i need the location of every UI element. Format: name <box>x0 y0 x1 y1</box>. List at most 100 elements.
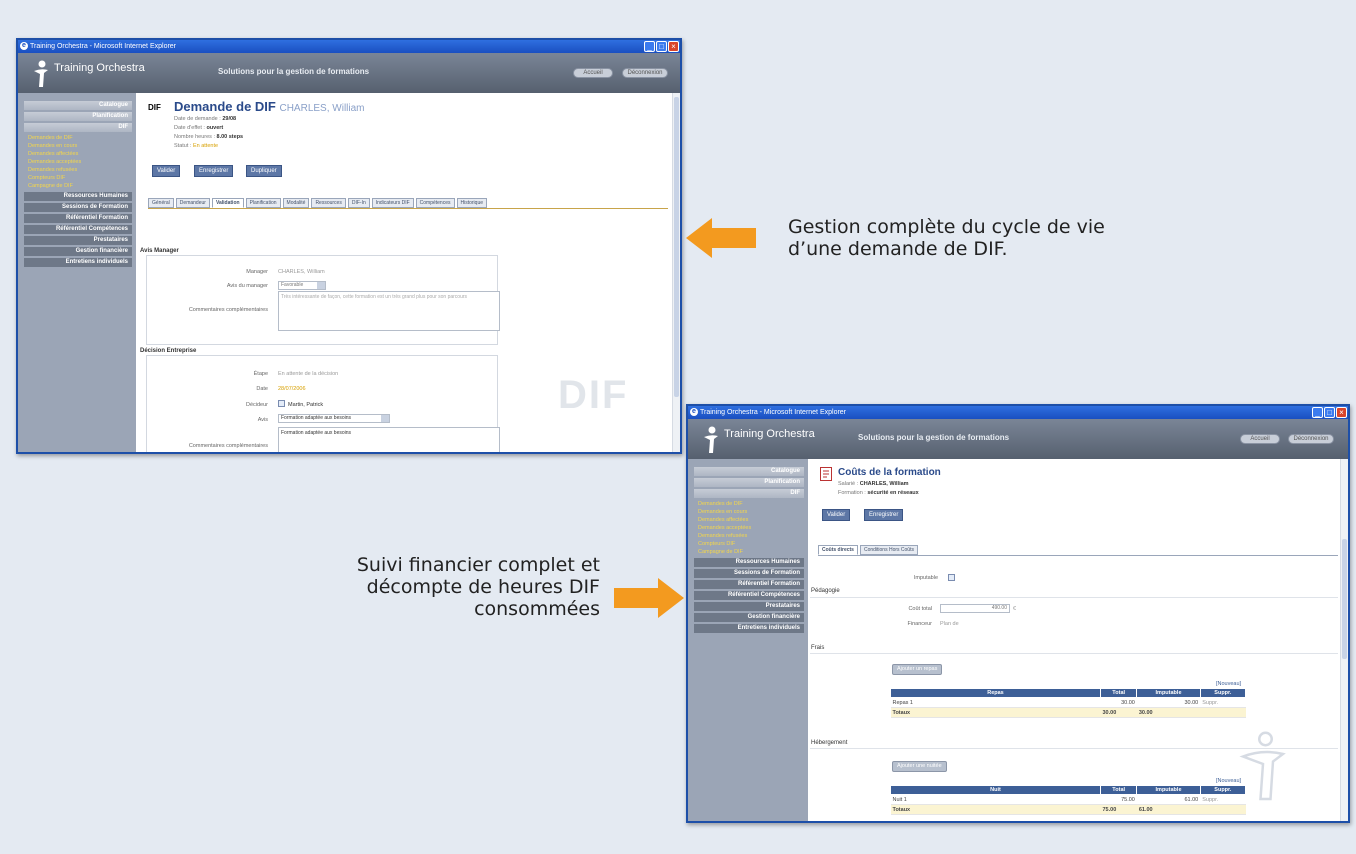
imputable-checkbox[interactable] <box>948 574 955 581</box>
sidebar-item[interactable]: Compteurs DIF <box>18 174 136 182</box>
sidebar-group[interactable]: Entretiens individuels <box>24 258 132 267</box>
sidebar-group[interactable]: Prestataires <box>24 236 132 245</box>
date-value: 28/07/2006 <box>278 386 306 392</box>
tab-historique[interactable]: Historique <box>456 198 488 208</box>
tab-indicateurs-dif[interactable]: Indicateurs DIF <box>371 198 414 208</box>
status-badge: En attente <box>192 143 219 149</box>
avis-manager-select[interactable]: Favorable <box>278 281 326 290</box>
avis-select[interactable]: Formation adaptée aux besoins <box>278 414 390 423</box>
sidebar-item[interactable]: Campagne de DIF <box>18 182 136 190</box>
validate-button[interactable]: Valider <box>152 165 181 177</box>
add-repas-button[interactable]: Ajouter un repas <box>892 664 943 675</box>
sidebar-group[interactable]: Référentiel Compétences <box>694 591 804 600</box>
home-button[interactable]: Accueil <box>1240 434 1280 444</box>
tab-conditions-hors-couts[interactable]: Conditions Hors Coûts <box>859 545 918 555</box>
logout-button[interactable]: Déconnexion <box>1288 434 1334 444</box>
tab-planification[interactable]: Planification <box>245 198 281 208</box>
sidebar-item[interactable]: Demandes de DIF <box>688 500 808 508</box>
home-button[interactable]: Accueil <box>573 68 613 78</box>
decideur-value: Martin, Patrick <box>288 402 324 408</box>
sidebar-group[interactable]: Sessions de Formation <box>694 569 804 578</box>
sidebar-item[interactable]: Demandes en cours <box>18 142 136 150</box>
avis-manager-label: Avis du manager <box>226 283 268 289</box>
meta-label: Date d'effet <box>174 125 202 131</box>
arrow-left-icon <box>686 218 756 258</box>
sidebar-item[interactable]: Demandes refusées <box>18 166 136 174</box>
table-header: Nuit <box>890 785 1101 795</box>
duplicate-button[interactable]: Dupliquer <box>246 165 282 177</box>
vertical-scrollbar[interactable] <box>1340 459 1348 821</box>
tab-ressources[interactable]: Ressources <box>311 198 346 208</box>
tab-demandeur[interactable]: Demandeur <box>175 198 210 208</box>
minimize-icon[interactable]: _ <box>1312 407 1323 418</box>
sidebar-head-catalogue[interactable]: Catalogue <box>694 467 804 476</box>
close-icon[interactable]: × <box>668 41 679 52</box>
avis-manager-value: Favorable <box>281 282 304 288</box>
close-icon[interactable]: × <box>1336 407 1347 418</box>
logout-button[interactable]: Déconnexion <box>622 68 668 78</box>
cell-name: Nuit 1 <box>890 794 1101 805</box>
validate-button[interactable]: Valider <box>822 509 851 521</box>
sidebar-group[interactable]: Entretiens individuels <box>694 624 804 633</box>
page-title: Coûts de la formation <box>838 467 941 478</box>
cost-meta: Salarié : CHARLES, William Formation : s… <box>838 481 919 496</box>
save-button[interactable]: Enregistrer <box>194 165 234 177</box>
avis-label: Avis <box>257 417 268 423</box>
window-titlebar[interactable]: e Training Orchestra - Microsoft Interne… <box>18 40 680 53</box>
sidebar-item[interactable]: Demandes affectées <box>18 150 136 158</box>
tab-validation[interactable]: Validation <box>211 198 244 208</box>
sidebar-group[interactable]: Ressources Humaines <box>694 558 804 567</box>
comment-textarea[interactable]: Très intéressante de façon, cette format… <box>278 291 500 331</box>
sidebar-item[interactable]: Demandes en cours <box>688 508 808 516</box>
add-nuitee-button[interactable]: Ajouter une nuitée <box>892 761 947 772</box>
sidebar-group[interactable]: Référentiel Formation <box>24 214 132 223</box>
cell-imputable[interactable]: 30.00 <box>1136 697 1201 708</box>
tab-modalite[interactable]: Modalité <box>282 198 310 208</box>
main-content: Coûts de la formation Salarié : CHARLES,… <box>808 459 1348 821</box>
sidebar-group[interactable]: Ressources Humaines <box>24 192 132 201</box>
sidebar-item[interactable]: Campagne de DIF <box>688 548 808 556</box>
sidebar-item[interactable]: Demandes affectées <box>688 516 808 524</box>
cell-total[interactable]: 75.00 <box>1100 794 1137 805</box>
sidebar-group[interactable]: Référentiel Formation <box>694 580 804 589</box>
sidebar-head-planification[interactable]: Planification <box>24 112 132 121</box>
sidebar-head-planification[interactable]: Planification <box>694 478 804 487</box>
maximize-icon[interactable]: □ <box>1324 407 1335 418</box>
maximize-icon[interactable]: □ <box>656 41 667 52</box>
sidebar-group[interactable]: Prestataires <box>694 602 804 611</box>
sidebar: Catalogue Planification DIF Demandes de … <box>18 93 136 452</box>
sidebar-group[interactable]: Sessions de Formation <box>24 203 132 212</box>
sidebar-item[interactable]: Demandes de DIF <box>18 134 136 142</box>
sidebar-item[interactable]: Compteurs DIF <box>688 540 808 548</box>
sidebar-group[interactable]: Référentiel Compétences <box>24 225 132 234</box>
app-header: Training Orchestra Solutions pour la ges… <box>688 419 1348 459</box>
sidebar-head-dif[interactable]: DIF <box>694 489 804 498</box>
cout-total-input[interactable]: 490.00 <box>940 604 1010 613</box>
sidebar-item[interactable]: Demandes acceptées <box>688 524 808 532</box>
app-slogan: Solutions pour la gestion de formations <box>858 433 1010 442</box>
sidebar-group[interactable]: Gestion financière <box>694 613 804 622</box>
cell-total[interactable]: 30.00 <box>1100 697 1137 708</box>
frais-table: Repas Total Imputable Suppr. Repas 1 30.… <box>890 688 1247 718</box>
arrow-right-icon <box>614 578 684 618</box>
tab-general[interactable]: Général <box>148 198 174 208</box>
sidebar-item[interactable]: Demandes acceptées <box>18 158 136 166</box>
cell-imputable[interactable]: 61.00 <box>1136 794 1201 805</box>
sidebar-head-dif[interactable]: DIF <box>24 123 132 132</box>
save-button[interactable]: Enregistrer <box>864 509 904 521</box>
meta-label: Statut <box>174 143 189 149</box>
tab-couts-directs[interactable]: Coûts directs <box>818 545 858 555</box>
window-titlebar[interactable]: e Training Orchestra - Microsoft Interne… <box>688 406 1348 419</box>
minimize-icon[interactable]: _ <box>644 41 655 52</box>
sidebar-head-catalogue[interactable]: Catalogue <box>24 101 132 110</box>
tab-competences[interactable]: Compétences <box>415 198 455 208</box>
comment2-textarea[interactable]: Formation adaptée aux besoins <box>278 427 500 452</box>
vertical-scrollbar[interactable] <box>672 93 680 452</box>
user-icon[interactable] <box>278 400 285 407</box>
page-title: Demande de DIF CHARLES, William <box>174 99 365 114</box>
new-frais-link[interactable]: [Nouveau] <box>1216 681 1241 687</box>
sidebar-item[interactable]: Demandes refusées <box>688 532 808 540</box>
tab-dif-in[interactable]: DIF-In <box>347 198 370 208</box>
sidebar-group[interactable]: Gestion financière <box>24 247 132 256</box>
delete-link[interactable]: Suppr. <box>1200 697 1246 708</box>
